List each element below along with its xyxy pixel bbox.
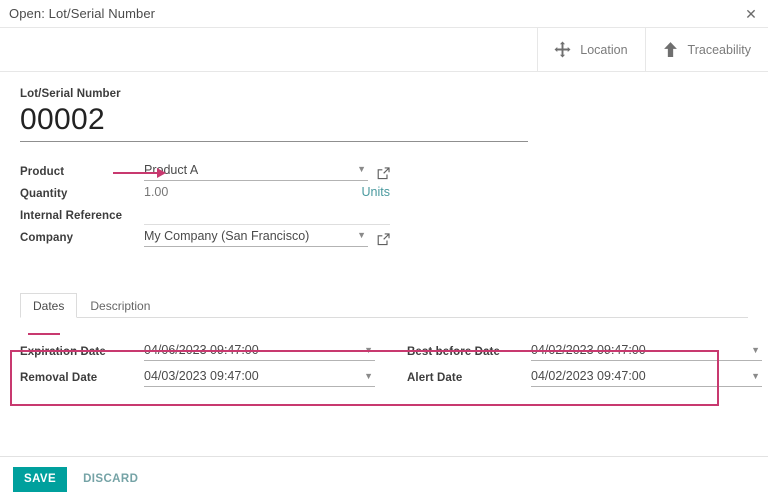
field-row-product: Product Product A ▼: [20, 160, 390, 181]
quantity-input: 1.00 Units: [144, 183, 390, 202]
tab-description[interactable]: Description: [77, 293, 163, 317]
form-sheet: Lot/Serial Number 00002 Product Product …: [0, 72, 768, 247]
field-row-best-before-date: Best before Date 04/02/2023 09:47:00 ▼: [407, 338, 762, 361]
form-fields-group: Product Product A ▼ Quantity: [20, 160, 390, 247]
expiration-date-value: 04/06/2023 09:47:00: [144, 343, 259, 357]
product-input[interactable]: Product A ▼: [144, 161, 368, 181]
field-row-expiration-date: Expiration Date 04/06/2023 09:47:00 ▼: [20, 338, 375, 361]
product-value: Product A: [144, 163, 198, 177]
dates-column-left: Expiration Date 04/06/2023 09:47:00 ▼ Re…: [20, 338, 375, 390]
removal-date-label: Removal Date: [20, 369, 144, 387]
internal-reference-control: [144, 205, 390, 225]
dialog-footer: SAVE DISCARD: [0, 456, 768, 501]
alert-date-input[interactable]: 04/02/2023 09:47:00 ▼: [531, 369, 762, 387]
alert-date-value: 04/02/2023 09:47:00: [531, 369, 646, 383]
lot-serial-number-value[interactable]: 00002: [20, 102, 528, 138]
arrows-move-icon: [554, 41, 571, 58]
internal-reference-input[interactable]: [144, 205, 390, 225]
product-label: Product: [20, 163, 144, 181]
quantity-value: 1.00: [144, 185, 254, 199]
chevron-down-icon[interactable]: ▼: [357, 165, 368, 174]
discard-button[interactable]: DISCARD: [79, 467, 142, 491]
notebook: Dates Description Expiration Date 04/06/…: [0, 293, 768, 390]
quantity-uom-link[interactable]: Units: [362, 185, 390, 199]
field-row-internal-reference: Internal Reference: [20, 204, 390, 225]
company-value: My Company (San Francisco): [144, 229, 309, 243]
stat-button-traceability-label: Traceability: [688, 43, 751, 57]
field-row-company: Company My Company (San Francisco) ▼: [20, 226, 390, 247]
arrow-up-icon: [662, 41, 679, 58]
chevron-down-icon[interactable]: ▼: [364, 346, 375, 355]
dialog-title: Open: Lot/Serial Number: [9, 6, 155, 21]
chevron-down-icon[interactable]: ▼: [751, 346, 762, 355]
lot-serial-number-field[interactable]: 00002: [20, 102, 528, 142]
removal-date-value: 04/03/2023 09:47:00: [144, 369, 259, 383]
best-before-date-label: Best before Date: [407, 343, 531, 361]
company-label: Company: [20, 229, 144, 247]
best-before-date-input[interactable]: 04/02/2023 09:47:00 ▼: [531, 343, 762, 361]
internal-link-icon-company[interactable]: [377, 233, 390, 246]
field-row-quantity: Quantity 1.00 Units: [20, 182, 390, 203]
dialog-titlebar: Open: Lot/Serial Number ✕: [0, 0, 768, 28]
tab-dates[interactable]: Dates: [20, 293, 77, 318]
company-control: My Company (San Francisco) ▼: [144, 227, 390, 247]
internal-link-icon-product[interactable]: [377, 167, 390, 180]
stat-button-traceability[interactable]: Traceability: [645, 28, 768, 71]
alert-date-label: Alert Date: [407, 369, 531, 387]
expiration-date-input[interactable]: 04/06/2023 09:47:00 ▼: [144, 343, 375, 361]
notebook-tabs: Dates Description: [20, 293, 748, 318]
field-row-alert-date: Alert Date 04/02/2023 09:47:00 ▼: [407, 364, 762, 387]
save-button[interactable]: SAVE: [13, 467, 67, 492]
company-input[interactable]: My Company (San Francisco) ▼: [144, 227, 368, 247]
chevron-down-icon[interactable]: ▼: [364, 372, 375, 381]
best-before-date-value: 04/02/2023 09:47:00: [531, 343, 646, 357]
chevron-down-icon[interactable]: ▼: [357, 231, 368, 240]
dates-column-right: Best before Date 04/02/2023 09:47:00 ▼ A…: [407, 338, 762, 390]
lot-serial-number-label: Lot/Serial Number: [20, 88, 748, 100]
stat-button-location[interactable]: Location: [537, 28, 644, 71]
quantity-control: 1.00 Units: [144, 183, 390, 203]
removal-date-input[interactable]: 04/03/2023 09:47:00 ▼: [144, 369, 375, 387]
chevron-down-icon[interactable]: ▼: [751, 372, 762, 381]
quantity-label: Quantity: [20, 185, 144, 203]
field-row-removal-date: Removal Date 04/03/2023 09:47:00 ▼: [20, 364, 375, 387]
expiration-date-label: Expiration Date: [20, 343, 144, 361]
internal-reference-label: Internal Reference: [20, 207, 144, 225]
product-control: Product A ▼: [144, 161, 390, 181]
dates-panel: Expiration Date 04/06/2023 09:47:00 ▼ Re…: [20, 338, 748, 390]
close-icon[interactable]: ✕: [744, 7, 758, 21]
stat-button-location-label: Location: [580, 43, 627, 57]
stat-button-bar: Location Traceability: [0, 28, 768, 72]
